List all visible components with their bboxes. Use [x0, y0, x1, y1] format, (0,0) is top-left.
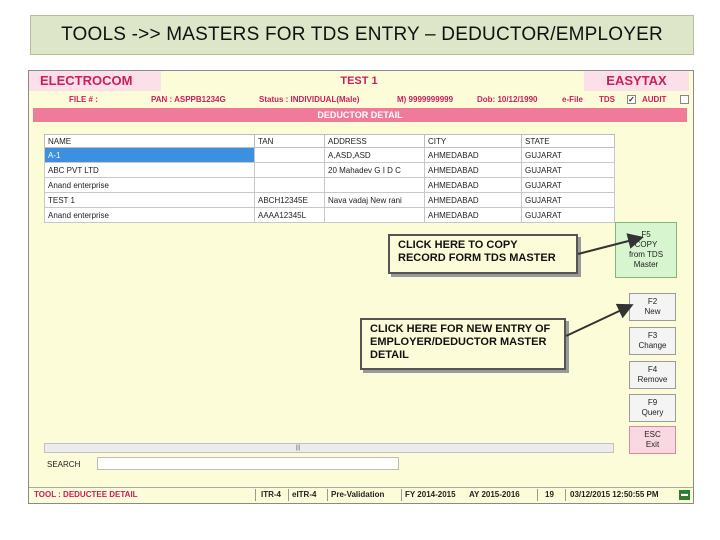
efile-label: e-File: [562, 95, 583, 104]
table-cell[interactable]: AHMEDABAD: [424, 147, 522, 163]
table-row[interactable]: Anand enterprise AAAA12345L AHMEDABAD GUJAR…: [44, 207, 615, 223]
scrollbar-thumb-icon[interactable]: |||: [291, 445, 305, 451]
status-tool-label: TOOL : DEDUCTEE DETAIL: [34, 490, 138, 499]
status-itr4[interactable]: ITR-4: [261, 488, 281, 502]
table-cell[interactable]: A,ASD,ASD: [324, 147, 425, 163]
audit-checkbox[interactable]: [680, 95, 689, 104]
column-header[interactable]: ADDRESS: [324, 134, 425, 148]
status-eitr4[interactable]: eITR-4: [292, 488, 316, 502]
table-cell[interactable]: AHMEDABAD: [424, 207, 522, 223]
table-cell[interactable]: AAAA12345L: [254, 207, 325, 223]
client-info-bar: FILE # : PAN : ASPPB1234G Status : INDIV…: [29, 92, 693, 107]
table-row[interactable]: ABC PVT LTD 20 Mahadev G I D C AHMEDABAD GU…: [44, 162, 615, 178]
table-cell[interactable]: ABC PVT LTD: [44, 162, 255, 178]
status-bar: TOOL : DEDUCTEE DETAIL ITR-4 eITR-4 Pre-…: [29, 487, 693, 501]
deductor-table: NAME TAN ADDRESS CITY STATE A-1 A,ASD,ASD AHME…: [44, 134, 615, 223]
table-row[interactable]: Anand enterprise AHMEDABAD GUJARAT: [44, 177, 615, 193]
table-cell[interactable]: GUJARAT: [521, 192, 615, 208]
table-cell[interactable]: Anand enterprise: [44, 207, 255, 223]
table-cell[interactable]: [324, 177, 425, 193]
brand-left-logo: ELECTROCOM: [29, 71, 161, 91]
dob-label: Dob: 10/12/1990: [477, 95, 538, 104]
table-cell[interactable]: [254, 162, 325, 178]
table-cell[interactable]: [324, 207, 425, 223]
column-header[interactable]: TAN: [254, 134, 325, 148]
status-fy: FY 2014-2015: [405, 490, 456, 499]
table-cell[interactable]: AHMEDABAD: [424, 192, 522, 208]
table-cell[interactable]: TEST 1: [44, 192, 255, 208]
deductor-detail-header: DEDUCTOR DETAIL: [33, 108, 687, 122]
query-button[interactable]: F9 Query: [629, 394, 676, 422]
table-cell[interactable]: A-1: [44, 147, 255, 163]
tds-checkbox[interactable]: ✓: [627, 95, 636, 104]
table-row[interactable]: TEST 1 ABCH12345E Nava vadaj New rani AHMED…: [44, 192, 615, 208]
table-cell[interactable]: AHMEDABAD: [424, 177, 522, 193]
table-cell[interactable]: AHMEDABAD: [424, 162, 522, 178]
table-cell[interactable]: GUJARAT: [521, 162, 615, 178]
mobile-label: M) 9999999999: [397, 95, 454, 104]
status-count: 19: [545, 490, 554, 499]
table-cell[interactable]: Nava vadaj New rani: [324, 192, 425, 208]
status-indicator-icon: ▬: [679, 490, 690, 500]
column-header[interactable]: STATE: [521, 134, 615, 148]
table-cell[interactable]: GUJARAT: [521, 207, 615, 223]
table-cell[interactable]: [254, 177, 325, 193]
tds-label: TDS: [599, 95, 615, 104]
status-prevalidation[interactable]: Pre-Validation: [331, 488, 384, 502]
remove-button[interactable]: F4 Remove: [629, 361, 676, 389]
table-cell[interactable]: [254, 147, 325, 163]
horizontal-scrollbar[interactable]: |||: [44, 443, 614, 453]
table-cell[interactable]: ABCH12345E: [254, 192, 325, 208]
pan-label: PAN : ASPPB1234G: [151, 95, 226, 104]
window-title: TEST 1: [340, 75, 378, 87]
slide-title: TOOLS ->> MASTERS FOR TDS ENTRY – DEDUCT…: [30, 15, 694, 55]
column-header[interactable]: CITY: [424, 134, 522, 148]
table-row[interactable]: A-1 A,ASD,ASD AHMEDABAD GUJARAT: [44, 147, 615, 163]
new-button[interactable]: F2 New: [629, 293, 676, 321]
app-titlebar: ELECTROCOM TEST 1 EASYTAX: [29, 71, 693, 91]
table-cell[interactable]: GUJARAT: [521, 177, 615, 193]
column-header[interactable]: NAME: [44, 134, 255, 148]
callout-new: CLICK HERE FOR NEW ENTRY OF EMPLOYER/DED…: [360, 318, 566, 370]
audit-label: AUDIT: [642, 95, 667, 104]
copy-from-tds-master-button[interactable]: F5 COPY from TDS Master: [615, 222, 677, 278]
change-button[interactable]: F3 Change: [629, 327, 676, 355]
table-cell[interactable]: 20 Mahadev G I D C: [324, 162, 425, 178]
file-number: FILE # :: [69, 95, 98, 104]
app-window: ELECTROCOM TEST 1 EASYTAX FILE # : PAN :…: [28, 70, 694, 504]
status-label: Status : INDIVIDUAL(Male): [259, 95, 360, 104]
status-ay: AY 2015-2016: [469, 490, 520, 499]
status-datetime: 03/12/2015 12:50:55 PM: [570, 490, 659, 499]
callout-copy: CLICK HERE TO COPY RECORD FORM TDS MASTE…: [388, 234, 578, 274]
table-cell[interactable]: GUJARAT: [521, 147, 615, 163]
table-cell[interactable]: Anand enterprise: [44, 177, 255, 193]
search-label: SEARCH: [47, 460, 81, 469]
search-input[interactable]: [97, 457, 399, 470]
exit-button[interactable]: ESC Exit: [629, 426, 676, 454]
brand-right-logo: EASYTAX: [584, 71, 689, 91]
